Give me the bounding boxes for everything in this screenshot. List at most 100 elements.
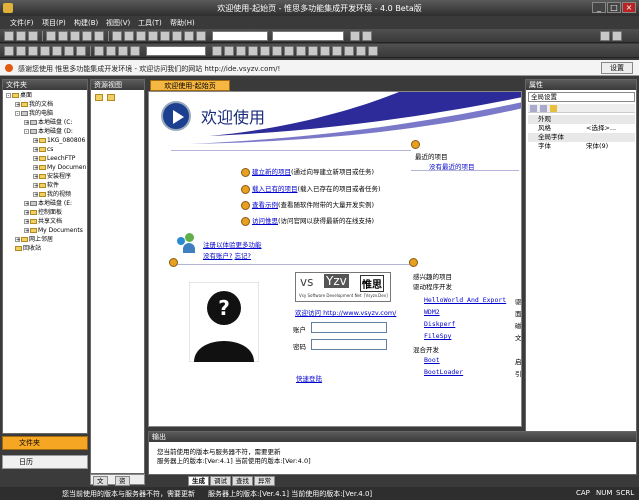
list-icon[interactable] [272,46,282,56]
expand-toggle-icon[interactable]: + [33,156,38,162]
expand-toggle-icon[interactable]: + [15,102,20,108]
prop-group[interactable]: 外观 [528,115,635,124]
site-link[interactable]: 欢迎访问 http://www.vsyzv.com/ [295,307,396,317]
menu-build[interactable]: 构建(B) [74,18,98,28]
tree-node[interactable]: - 我的电脑 [15,110,53,118]
options-icon[interactable] [612,31,622,41]
sort-icon[interactable] [530,105,537,112]
class-icon[interactable] [64,46,74,56]
tree-node[interactable]: +1KG_080806 [33,137,85,145]
interest-item[interactable]: FileSpy [424,332,451,340]
tree-node[interactable]: + 控制面板 [24,209,62,217]
tree-node[interactable]: - 本地磁盘 (D: [24,128,73,136]
tree-node[interactable]: + My Documen [33,164,86,172]
visit-site-link[interactable]: 访问惟思 [252,217,278,225]
tree-node[interactable]: + 我的文档 [15,101,53,109]
register-link[interactable]: 注册以体验更多功能 [203,239,262,249]
search-combo[interactable] [272,31,344,41]
tree-node[interactable]: + cs [33,146,53,154]
quick-login-link[interactable]: 快速登陆 [296,373,322,383]
new-project-link[interactable]: 建立新的项目 [252,168,291,176]
expand-toggle-icon[interactable]: + [33,192,38,198]
save-icon[interactable] [28,31,38,41]
menu-project[interactable]: 项目(P) [42,18,66,28]
interest-item[interactable]: HelloWorld And Export [424,296,506,304]
menu-file[interactable]: 文件(F) [10,18,34,28]
build-icon[interactable] [112,31,122,41]
paste-icon[interactable] [70,31,80,41]
prop-row[interactable]: 字体 宋体(9) [528,142,635,151]
expand-toggle-icon[interactable]: + [15,237,20,243]
minimize-button[interactable]: _ [592,2,606,13]
new-file-icon[interactable] [4,31,14,41]
bookmark-icon[interactable] [172,31,182,41]
forgot-link[interactable]: 忘记? [235,252,251,260]
properties-combo[interactable]: 全局设置 [528,92,635,102]
expand-toggle-icon[interactable]: - [24,129,29,135]
open-icon[interactable] [16,31,26,41]
go-icon[interactable] [350,31,360,41]
replace-icon[interactable] [160,31,170,41]
config-combo[interactable] [212,31,268,41]
tree-node[interactable]: + 我的视频 [33,191,71,199]
link-icon[interactable] [248,46,258,56]
expand-toggle-icon[interactable]: + [24,219,29,225]
underline-icon[interactable] [118,46,128,56]
expand-toggle-icon[interactable]: - [6,93,11,99]
expand-toggle-icon[interactable]: - [15,111,20,117]
lock-icon[interactable] [52,46,62,56]
expand-toggle-icon[interactable]: + [33,147,38,153]
outdent-icon[interactable] [16,46,26,56]
align-icon[interactable] [130,46,140,56]
category-icon[interactable] [540,105,547,112]
interest-item[interactable]: Boot [424,356,440,364]
window-icon[interactable] [600,31,610,41]
interest-item[interactable]: Diskperf [424,320,455,328]
module-icon[interactable] [76,46,86,56]
expand-toggle-icon[interactable]: + [24,201,29,207]
tree-node[interactable]: + 本地磁盘 (E: [24,200,72,208]
folder-icon[interactable] [107,94,115,101]
tab-find[interactable]: 查找 [232,476,253,486]
info-icon[interactable] [356,46,366,56]
tree-node[interactable]: - 桌面 [6,92,32,100]
expand-toggle-icon[interactable]: + [33,165,38,171]
prop-row[interactable]: 风格 <选择>... [528,124,635,133]
tab-files[interactable]: 文 [93,476,108,486]
indent-icon[interactable] [4,46,14,56]
tab-calendar[interactable]: 日历 [2,455,88,469]
tab-build[interactable]: 生成 [188,476,209,486]
stop-icon[interactable] [184,31,194,41]
password-input[interactable] [311,339,387,350]
account-input[interactable] [311,322,387,333]
tree-node[interactable]: + 共享文档 [24,218,62,226]
italic-icon[interactable] [106,46,116,56]
tree-node[interactable]: + 安装程序 [33,173,71,181]
interest-item[interactable]: WDM2 [424,308,440,316]
tab-exception[interactable]: 异常 [254,476,275,486]
tab-start-page[interactable]: 欢迎使用-起始页 [150,80,230,91]
tree-node[interactable]: + 本地磁盘 (C: [24,119,72,127]
tree-node[interactable]: 回收站 [15,245,41,253]
interest-item[interactable]: BootLoader [424,368,463,376]
tree-node[interactable]: + My Documents [24,227,83,235]
lightning-icon[interactable] [550,105,557,112]
settings-button[interactable]: 设置 [601,62,633,74]
find-icon[interactable] [148,31,158,41]
load-project-link[interactable]: 载入已有的项目 [252,185,298,193]
tree-icon[interactable] [284,46,294,56]
undo-icon[interactable] [82,31,92,41]
help-icon[interactable] [362,31,372,41]
settings-icon[interactable] [344,46,354,56]
tree-node[interactable]: + 网上邻居 [15,236,53,244]
menu-view[interactable]: 视图(V) [106,18,130,28]
expand-toggle-icon[interactable]: + [33,174,38,180]
expand-toggle-icon[interactable]: + [24,120,29,126]
calc-icon[interactable] [368,46,378,56]
step-icon[interactable] [196,31,206,41]
cut-icon[interactable] [46,31,56,41]
expand-toggle-icon[interactable]: + [33,183,38,189]
close-button[interactable]: × [622,2,636,13]
export-icon[interactable] [308,46,318,56]
tab-folders[interactable]: 文件夹 [2,436,88,450]
